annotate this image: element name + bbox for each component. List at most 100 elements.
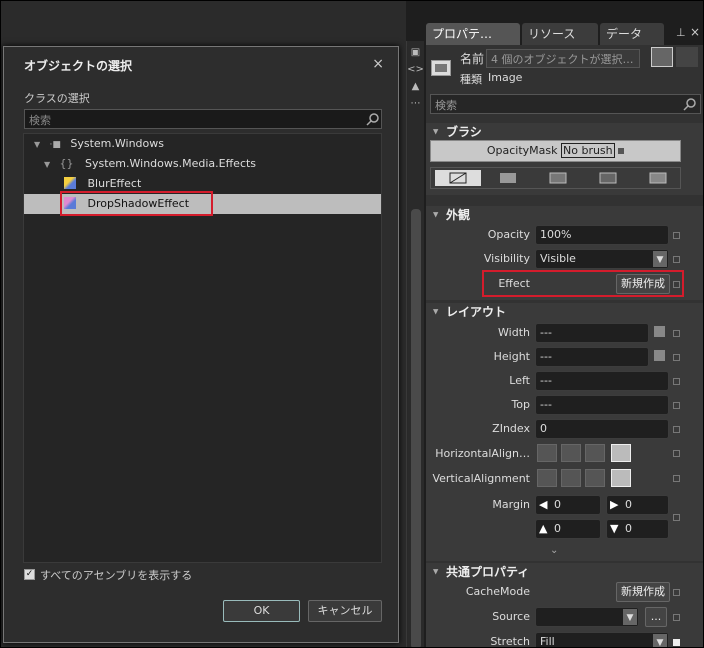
expand-triangle-icon[interactable]: ▼ xyxy=(34,135,46,155)
cachemode-new-button[interactable]: 新規作成 xyxy=(616,582,670,602)
expand-more-icon[interactable]: ⌄ xyxy=(550,545,558,556)
margin-bottom-field[interactable]: ▼ 0 xyxy=(606,519,669,539)
name-label: 名前 xyxy=(460,52,485,66)
show-all-assemblies-label: すべてのアセンブリを表示する xyxy=(40,569,193,582)
close-icon[interactable]: × xyxy=(372,56,384,72)
layout-header[interactable]: レイアウト xyxy=(426,303,703,321)
top-advanced-icon[interactable] xyxy=(673,402,680,409)
stretch-chevron-down-icon[interactable]: ▼ xyxy=(653,634,667,647)
close-panel-icon[interactable]: × xyxy=(690,25,700,39)
halign-stretch-icon[interactable] xyxy=(611,444,631,462)
gradient-brush-tab-icon[interactable] xyxy=(535,170,581,186)
opacity-advanced-icon[interactable] xyxy=(673,232,680,239)
tree-item-label: BlurEffect xyxy=(87,177,142,190)
expand-triangle-icon[interactable]: ▼ xyxy=(44,155,56,175)
tree-item-system-windows[interactable]: ▼ ·■ System.Windows xyxy=(24,134,381,154)
opacity-label: Opacity xyxy=(487,228,530,241)
tool-select-icon[interactable]: ▣ xyxy=(407,47,424,58)
valign-center-icon[interactable] xyxy=(561,469,581,487)
class-search-input[interactable]: 検索 xyxy=(24,109,382,129)
solid-brush-tab-icon[interactable] xyxy=(485,170,531,186)
tool-ellipsis-icon[interactable]: ⋯ xyxy=(407,98,424,109)
properties-toggle-icon[interactable] xyxy=(676,47,698,67)
tab-resources[interactable]: リソース(O) xyxy=(522,23,598,63)
valign-stretch-icon[interactable] xyxy=(611,469,631,487)
left-field[interactable]: --- xyxy=(535,371,669,391)
margin-bottom-value: 0 xyxy=(625,522,632,535)
margin-left-field[interactable]: ◀ 0 xyxy=(535,495,601,515)
dialog-title: オブジェクトの選択 xyxy=(24,59,133,73)
visibility-value: Visible xyxy=(540,252,576,265)
ok-button[interactable]: OK xyxy=(223,600,300,622)
source-browse-button[interactable]: ... xyxy=(645,607,667,627)
opacitymask-label: OpacityMask xyxy=(486,144,558,157)
width-advanced-icon[interactable] xyxy=(673,330,680,337)
halign-left-icon[interactable] xyxy=(537,444,557,462)
tree-item-media-effects[interactable]: ▼ {} System.Windows.Media.Effects xyxy=(24,154,381,174)
visibility-advanced-icon[interactable] xyxy=(673,256,680,263)
cachemode-advanced-icon[interactable] xyxy=(673,589,680,596)
height-advanced-icon[interactable] xyxy=(673,354,680,361)
property-search-input[interactable]: 検索 xyxy=(430,94,701,114)
tree-item-blureffect[interactable]: BlurEffect xyxy=(24,174,381,194)
visibility-select[interactable]: Visible ▼ xyxy=(535,249,669,269)
common-header[interactable]: 共通プロパティ xyxy=(426,563,703,581)
pin-icon[interactable]: ⊥ xyxy=(676,26,686,39)
name-field[interactable]: 4 個のオブジェクトが選択… xyxy=(486,49,640,68)
show-all-assemblies-checkbox[interactable]: ✓ xyxy=(24,569,35,580)
tree-item-label: DropShadowEffect xyxy=(87,197,190,210)
class-select-label: クラスの選択 xyxy=(24,92,90,105)
top-field[interactable]: --- xyxy=(535,395,669,415)
margin-advanced-icon[interactable] xyxy=(673,514,680,521)
width-label: Width xyxy=(498,326,530,339)
vertical-scrollbar[interactable] xyxy=(411,209,421,647)
height-label: Height xyxy=(493,350,530,363)
opacitymask-row[interactable]: OpacityMask No brush xyxy=(430,140,681,162)
cancel-button[interactable]: キャンセル xyxy=(308,600,382,622)
source-select[interactable]: ▼ xyxy=(535,607,639,627)
zindex-label: ZIndex xyxy=(492,422,530,435)
source-advanced-icon[interactable] xyxy=(673,614,680,621)
chevron-down-icon[interactable]: ▼ xyxy=(653,251,667,267)
valign-bottom-icon[interactable] xyxy=(585,469,605,487)
valign-top-icon[interactable] xyxy=(537,469,557,487)
effect-new-button[interactable]: 新規作成 xyxy=(616,274,670,294)
tile-brush-tab-icon[interactable] xyxy=(585,170,631,186)
tool-code-icon[interactable]: <> xyxy=(407,64,424,75)
no-brush-tab-icon[interactable] xyxy=(435,170,481,186)
stretch-advanced-icon[interactable] xyxy=(673,639,680,646)
tab-data[interactable]: データ(D) xyxy=(600,23,664,63)
left-advanced-icon[interactable] xyxy=(673,378,680,385)
effect-advanced-icon[interactable] xyxy=(673,281,680,288)
opacity-field[interactable]: 100% xyxy=(535,225,669,245)
width-field[interactable]: --- xyxy=(535,323,649,343)
appearance-header[interactable]: 外観 xyxy=(426,206,703,224)
visibility-label: Visibility xyxy=(483,252,530,265)
halign-center-icon[interactable] xyxy=(561,444,581,462)
halign-right-icon[interactable] xyxy=(585,444,605,462)
halign-advanced-icon[interactable] xyxy=(673,450,680,457)
tool-expand-icon[interactable]: ▲ xyxy=(407,81,424,92)
height-field[interactable]: --- xyxy=(535,347,649,367)
zindex-advanced-icon[interactable] xyxy=(673,426,680,433)
effect-label: Effect xyxy=(498,277,530,290)
brush-header[interactable]: ブラシ xyxy=(426,123,703,141)
valign-advanced-icon[interactable] xyxy=(673,475,680,482)
height-auto-icon[interactable] xyxy=(654,350,665,361)
stretch-value: Fill xyxy=(540,635,555,648)
resource-brush-tab-icon[interactable] xyxy=(635,170,681,186)
stretch-select[interactable]: Fill ▼ xyxy=(535,632,669,648)
left-label: Left xyxy=(509,374,530,387)
source-chevron-down-icon[interactable]: ▼ xyxy=(623,609,637,625)
margin-top-field[interactable]: ▲ 0 xyxy=(535,519,601,539)
events-toggle-icon[interactable] xyxy=(651,47,673,67)
width-auto-icon[interactable] xyxy=(654,326,665,337)
tab-properties[interactable]: プロパテ… xyxy=(426,23,520,45)
top-label: Top xyxy=(511,398,530,411)
zindex-field[interactable]: 0 xyxy=(535,419,669,439)
image-thumbnail-icon xyxy=(431,60,451,76)
no-brush-value: No brush xyxy=(561,143,615,158)
margin-right-field[interactable]: ▶ 0 xyxy=(606,495,669,515)
margin-top-value: 0 xyxy=(554,522,561,535)
tree-item-dropshadoweffect[interactable]: DropShadowEffect xyxy=(24,194,381,214)
